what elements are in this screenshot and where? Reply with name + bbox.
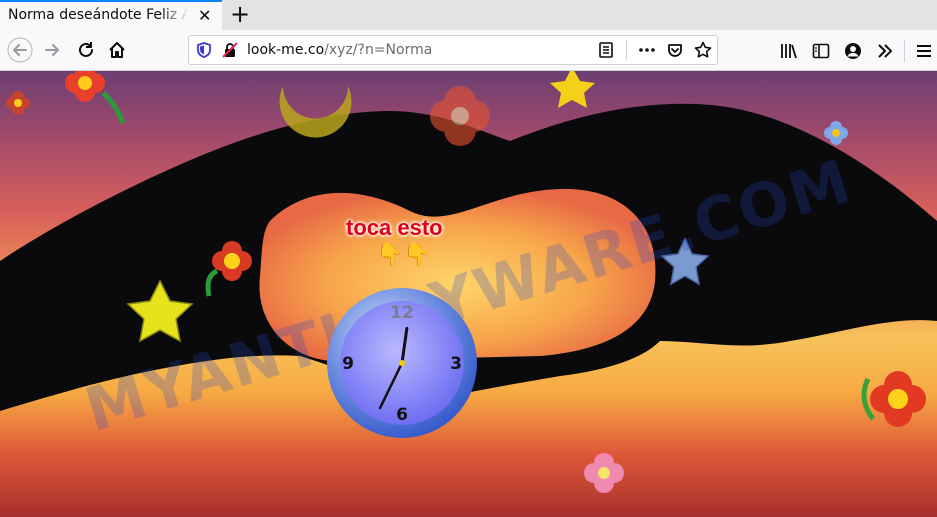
library-icon[interactable]: [780, 42, 798, 60]
red-flower-bottom-right: [861, 371, 926, 427]
hamburger-menu-icon[interactable]: [915, 42, 933, 60]
pink-flower-bottom: [584, 453, 624, 493]
home-button[interactable]: [103, 36, 131, 64]
active-tab[interactable]: Norma deseándote Feliz Año ✕: [0, 0, 222, 30]
clock-number-6: 6: [396, 405, 408, 425]
star-top-center: [550, 71, 595, 108]
url-divider: [626, 40, 627, 60]
clock-center-pin: [399, 360, 405, 366]
blue-flower-right: [824, 121, 848, 145]
clock-number-12: 12: [390, 303, 414, 323]
forward-arrow-icon: [45, 44, 59, 56]
forward-button[interactable]: [38, 36, 66, 64]
web-page-content: MYANTISPYWARE.COM toca esto 👇👇 12 3 6 9: [0, 71, 937, 517]
clock-number-3: 3: [450, 354, 462, 374]
overflow-chevron-icon[interactable]: [876, 42, 894, 60]
toolbar-divider: [904, 40, 905, 62]
url-text: look-me.co/xyz/?n=Norma: [247, 42, 432, 58]
url-host: look-me.co: [247, 42, 325, 58]
clock-widget[interactable]: 12 3 6 9: [325, 286, 479, 440]
tracking-protection-shield-icon[interactable]: [196, 42, 212, 58]
pointing-down-icon: 👇👇: [376, 243, 431, 268]
insecure-connection-lock-icon[interactable]: [222, 42, 238, 58]
reload-button[interactable]: [72, 36, 100, 64]
cta-link[interactable]: toca esto: [346, 215, 443, 241]
pocket-icon[interactable]: [667, 42, 683, 58]
small-flower-left: [6, 91, 30, 115]
bookmark-star-icon[interactable]: [694, 41, 712, 59]
back-arrow-icon: [7, 37, 33, 63]
account-icon[interactable]: [844, 42, 862, 60]
tab-strip: Norma deseándote Feliz Año ✕ +: [0, 0, 937, 30]
url-path: /xyz/?n=Norma: [324, 42, 433, 58]
back-button[interactable]: [6, 36, 34, 64]
navigation-toolbar: look-me.co/xyz/?n=Norma: [0, 30, 937, 71]
red-flower-top-left: [65, 71, 126, 124]
tab-close-icon[interactable]: ✕: [198, 6, 211, 25]
reload-icon: [79, 42, 93, 57]
tab-title: Norma deseándote Feliz Año: [8, 7, 188, 23]
new-tab-button[interactable]: +: [230, 1, 250, 27]
address-bar[interactable]: look-me.co/xyz/?n=Norma: [188, 35, 718, 65]
reader-view-icon[interactable]: [598, 42, 614, 58]
home-icon: [109, 42, 125, 58]
clock-number-9: 9: [342, 354, 354, 374]
sidebar-icon[interactable]: [812, 42, 830, 60]
page-actions-icon[interactable]: [638, 42, 656, 58]
